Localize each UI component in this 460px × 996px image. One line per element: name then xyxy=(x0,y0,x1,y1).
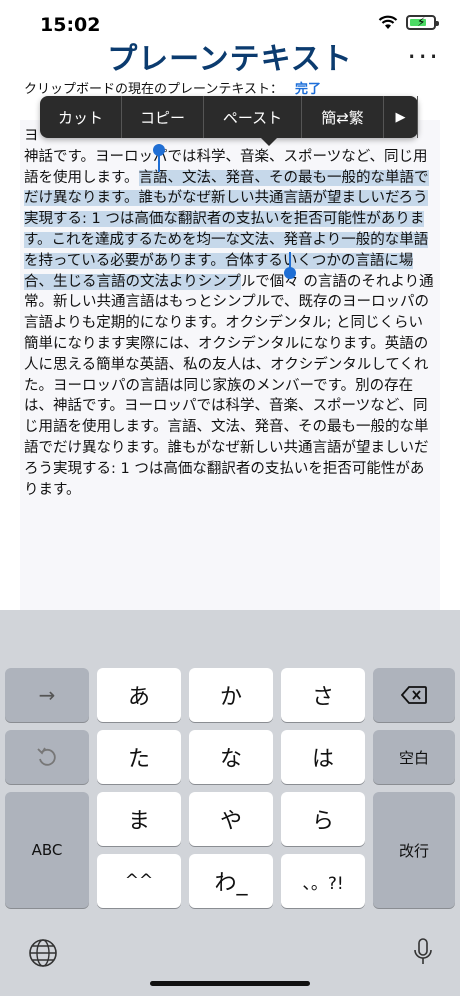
key-sa[interactable]: さ xyxy=(281,668,365,722)
key-na[interactable]: な xyxy=(189,730,273,784)
key-wa[interactable]: わ_ xyxy=(189,854,273,908)
more-options-button[interactable]: ··· xyxy=(407,40,440,73)
clipboard-status-line: クリップボードの現在のプレーンテキスト： 完了 xyxy=(24,78,321,97)
key-ya[interactable]: や xyxy=(189,792,273,846)
paste-menu-item[interactable]: ペースト xyxy=(204,96,302,138)
key-ha[interactable]: は xyxy=(281,730,365,784)
arrow-key[interactable]: → xyxy=(5,668,89,722)
key-ra[interactable]: ら xyxy=(281,792,365,846)
page-title: プレーンテキスト xyxy=(107,42,353,77)
battery-icon: ⚡ xyxy=(406,15,439,30)
backspace-icon xyxy=(401,686,427,704)
selection-end-handle-knob[interactable] xyxy=(284,267,296,279)
text-selection: 言語、文法、発音、その最も一般的な単語でだけ異なります。誰もがなぜ新しい共通言語… xyxy=(24,169,429,290)
clipboard-status-label: クリップボードの現在のプレーンテキスト： xyxy=(24,82,283,97)
text-after-selection: ルで個々 の言語のそれより通常。新しい共通言語はもっとシンプルで、既存のヨーロッ… xyxy=(24,273,434,498)
undo-key[interactable] xyxy=(5,730,89,784)
more-menu-arrow[interactable]: ▶ xyxy=(384,96,418,138)
home-indicator xyxy=(150,981,310,986)
undo-icon xyxy=(37,747,56,766)
done-button[interactable]: 完了 xyxy=(295,82,321,97)
key-ma[interactable]: ま xyxy=(97,792,181,846)
edit-context-menu: カット コピー ペースト 簡⇄繁 ▶ xyxy=(40,96,418,146)
globe-icon[interactable] xyxy=(26,936,60,970)
convert-chinese-menu-item[interactable]: 簡⇄繁 xyxy=(302,96,384,138)
abc-key[interactable]: ABC xyxy=(5,792,89,908)
key-punctuation[interactable]: 、。?! xyxy=(281,854,365,908)
wifi-icon xyxy=(378,15,398,29)
microphone-icon[interactable] xyxy=(408,934,438,970)
return-key[interactable]: 改行 xyxy=(373,792,455,908)
copy-menu-item[interactable]: コピー xyxy=(122,96,204,138)
cut-menu-item[interactable]: カット xyxy=(40,96,122,138)
status-time: 15:02 xyxy=(40,14,101,36)
key-dakuten[interactable]: ^^ xyxy=(97,854,181,908)
selection-start-handle-knob[interactable] xyxy=(153,144,165,156)
text-first-line: ヨ xyxy=(24,128,39,144)
key-ta[interactable]: た xyxy=(97,730,181,784)
key-ka[interactable]: か xyxy=(189,668,273,722)
japanese-keyboard: → あ か さ た な は 空白 ABC ま や ら 改行 ^^ わ_ 、。?! xyxy=(0,610,460,996)
delete-key[interactable] xyxy=(373,668,455,722)
key-a[interactable]: あ xyxy=(97,668,181,722)
context-menu-pointer xyxy=(261,138,277,146)
status-icons: ⚡ xyxy=(378,15,439,30)
plain-text-content[interactable]: ヨ神話です。ヨーロッパでは科学、音楽、スポーツなど、同じ用語を使用します。言語、… xyxy=(24,126,434,500)
space-key[interactable]: 空白 xyxy=(373,730,455,784)
